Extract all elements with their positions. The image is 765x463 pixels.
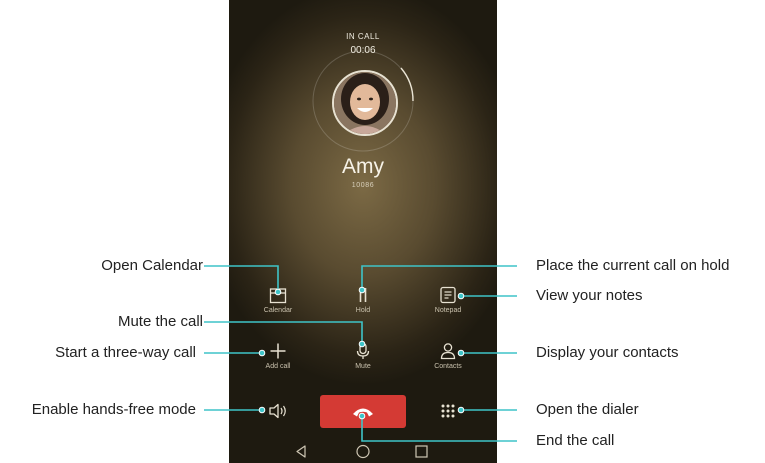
- annotation-hold: Place the current call on hold: [536, 257, 730, 274]
- annotation-notes: View your notes: [536, 287, 643, 304]
- annotation-contacts: Display your contacts: [536, 344, 679, 361]
- annotation-dialer: Open the dialer: [536, 401, 639, 418]
- annotation-mute-call: Mute the call: [117, 313, 203, 330]
- annotation-end-call: End the call: [536, 432, 615, 449]
- annotation-open-calendar: Open Calendar: [101, 257, 203, 274]
- callout-lines: [204, 265, 517, 442]
- annotation-hands-free: Enable hands-free mode: [31, 401, 196, 418]
- annotation-three-way: Start a three-way call: [55, 344, 196, 361]
